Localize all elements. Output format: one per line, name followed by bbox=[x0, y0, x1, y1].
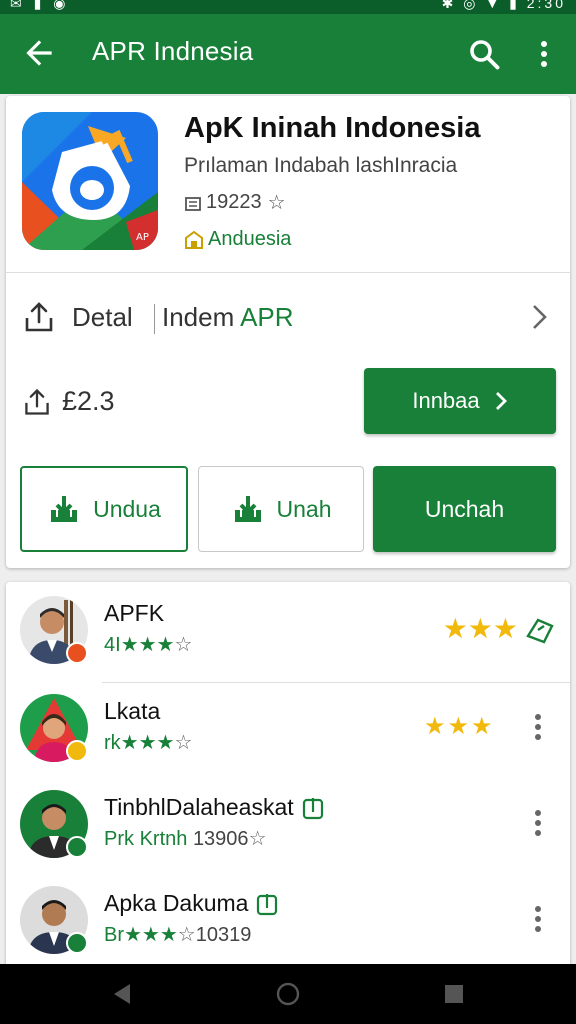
download-button-1-label: Undua bbox=[93, 495, 161, 522]
category-label[interactable]: Anduesia bbox=[208, 228, 291, 251]
star-outline-icon: ☆ bbox=[267, 192, 286, 214]
app-size: £2.3 bbox=[62, 386, 115, 416]
download-button-3[interactable]: Unchah bbox=[373, 466, 556, 552]
more-vert-icon[interactable] bbox=[530, 710, 546, 744]
more-vert-icon[interactable] bbox=[532, 36, 556, 72]
reviewer-name: Apka Dakuma bbox=[104, 890, 278, 917]
download-button-2-label: Unah bbox=[276, 495, 332, 522]
nav-recents-icon[interactable] bbox=[440, 980, 468, 1008]
svg-text:AP: AP bbox=[136, 232, 149, 243]
nav-back-icon[interactable] bbox=[108, 980, 136, 1008]
status-right-icons: ✱ ◎ ▼ ▮ 2:30 bbox=[442, 0, 566, 10]
page-title: APR Indnesia bbox=[92, 36, 254, 66]
star-rating-icon: ★★★ bbox=[424, 713, 495, 740]
reviewer-rating: 4I★★★☆ bbox=[104, 634, 193, 656]
downloads-count: 19223 bbox=[206, 191, 262, 213]
more-vert-icon[interactable] bbox=[530, 806, 546, 840]
app-bar: APR Indnesia bbox=[0, 14, 576, 94]
app-category: Anduesia bbox=[184, 228, 291, 251]
separator bbox=[154, 304, 155, 334]
more-vert-icon[interactable] bbox=[530, 902, 546, 936]
reviewer-name: Lkata bbox=[104, 698, 161, 724]
detail-value: Indem APR bbox=[162, 302, 294, 332]
list-item[interactable]: TinbhlDalaheaskat Prk Krtnh 13906☆ bbox=[6, 778, 570, 874]
verified-badge-icon bbox=[66, 932, 88, 954]
reviewer-name: TinbhlDalaheaskat bbox=[104, 794, 324, 821]
app-downloads: 19223 ☆ bbox=[184, 190, 286, 215]
list-item[interactable]: APFK 4I★★★☆ ★★★ bbox=[6, 584, 570, 680]
rating-stars: ★★★ bbox=[443, 612, 556, 645]
install-button-label: Innbaa bbox=[412, 388, 480, 413]
download-button-1[interactable]: Undua bbox=[20, 466, 188, 552]
verified-badge-icon bbox=[66, 740, 88, 762]
verified-badge-icon bbox=[66, 836, 88, 858]
detail-row[interactable]: Detal Indem APR bbox=[6, 274, 570, 360]
chevron-right-icon bbox=[495, 392, 507, 410]
home-tag-icon bbox=[185, 230, 203, 249]
list-item[interactable]: Apka Dakuma Br★★★☆10319 bbox=[6, 874, 570, 970]
verified-badge-icon bbox=[66, 642, 88, 664]
reviewer-rating: rk★★★☆ bbox=[104, 732, 193, 754]
reviewer-name: APFK bbox=[104, 600, 165, 626]
system-nav-bar bbox=[0, 964, 576, 1024]
share-arrow-icon[interactable] bbox=[524, 614, 556, 644]
app-name: ApK Ininah Indonesia bbox=[184, 112, 481, 144]
download-count-icon bbox=[185, 196, 201, 211]
share-icon bbox=[25, 302, 53, 332]
thumbs-up-icon bbox=[302, 797, 323, 819]
app-subtitle: Prılaman Indabah lashInracia bbox=[184, 154, 458, 177]
download-icon bbox=[234, 496, 261, 522]
download-icon bbox=[51, 496, 78, 522]
list-item[interactable]: Lkata rk★★★☆ ★★★ bbox=[6, 682, 570, 778]
download-button-2[interactable]: Unah bbox=[198, 466, 364, 552]
chevron-right-icon bbox=[533, 305, 547, 329]
download-button-3-label: Unchah bbox=[424, 495, 505, 522]
app-logo-icon: AP bbox=[22, 112, 158, 250]
reviewer-rating: Br★★★☆10319 bbox=[104, 924, 252, 946]
reviewer-rating: Prk Krtnh 13906☆ bbox=[104, 828, 267, 850]
detail-label: Detal bbox=[72, 302, 133, 332]
search-icon[interactable] bbox=[466, 36, 502, 72]
install-button[interactable]: Innbaa bbox=[364, 368, 556, 434]
status-left-icons: ✉ ▮ ◉ bbox=[10, 0, 70, 11]
nav-home-icon[interactable] bbox=[274, 980, 302, 1008]
app-details-card: AP ApK Ininah Indonesia Prılaman Indabah… bbox=[6, 96, 570, 568]
thumbs-up-icon bbox=[257, 893, 278, 915]
status-time: 2:30 bbox=[526, 0, 566, 11]
star-rating-icon: ★★★ bbox=[442, 613, 518, 644]
reviews-card: APFK 4I★★★☆ ★★★ Lkata rk★★★☆ ★★★ TinbhlD… bbox=[6, 582, 570, 972]
arrow-back-icon[interactable] bbox=[20, 34, 58, 72]
divider bbox=[6, 272, 570, 273]
share-icon[interactable] bbox=[22, 386, 52, 418]
status-bar: ✉ ▮ ◉ ✱ ◎ ▼ ▮ 2:30 bbox=[0, 0, 576, 14]
